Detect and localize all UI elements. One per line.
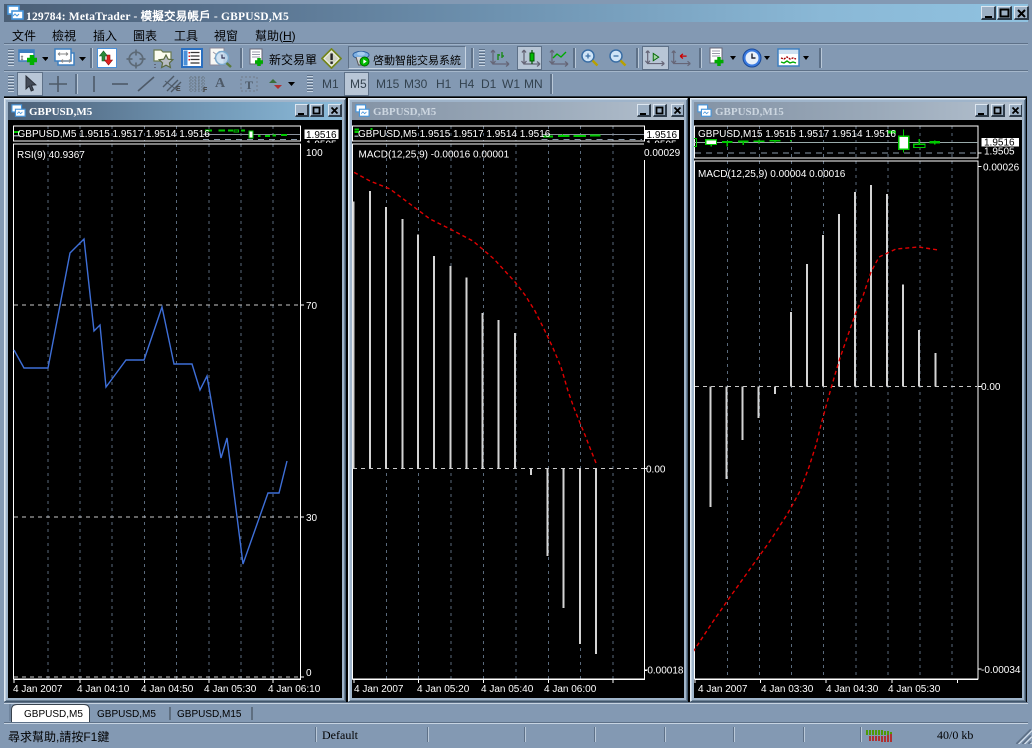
- svg-text:-0.00018: -0.00018: [644, 666, 684, 677]
- svg-text:1.9505: 1.9505: [984, 147, 1015, 158]
- svg-text:1.9516: 1.9516: [647, 130, 678, 141]
- svg-text:F: F: [203, 87, 208, 93]
- svg-text:4 Jan 04:50: 4 Jan 04:50: [141, 684, 194, 695]
- svg-text:MACD(12,25,9) 0.00004 0.00016: MACD(12,25,9) 0.00004 0.00016: [698, 169, 846, 180]
- svg-text:GBPUSD,M15 1.9515 1.9517 1.95: GBPUSD,M15 1.9515 1.9517 1.9514 1.9516: [698, 129, 896, 140]
- svg-text:4 Jan 05:40: 4 Jan 05:40: [481, 684, 534, 695]
- svg-text:0.00029: 0.00029: [644, 148, 681, 159]
- svg-text:0.00: 0.00: [981, 382, 1001, 393]
- svg-text:GBPUSD,M5 1.9515 1.9517 1.951: GBPUSD,M5 1.9515 1.9517 1.9514 1.9516: [358, 129, 551, 140]
- svg-text:4 Jan 04:30: 4 Jan 04:30: [826, 684, 879, 695]
- svg-text:1.9516: 1.9516: [306, 130, 337, 141]
- svg-text:T: T: [245, 78, 253, 92]
- svg-text:GBPUSD,M5: GBPUSD,M5: [24, 709, 83, 720]
- svg-text:4 Jan 03:30: 4 Jan 03:30: [761, 684, 814, 695]
- svg-text:100: 100: [306, 148, 323, 159]
- svg-text:30: 30: [306, 513, 318, 524]
- svg-text:GBPUSD,M5 1.9515 1.9517 1.951: GBPUSD,M5 1.9515 1.9517 1.9514 1.9516: [18, 129, 211, 140]
- svg-text:4 Jan 2007: 4 Jan 2007: [354, 684, 404, 695]
- svg-text:4 Jan 05:30: 4 Jan 05:30: [204, 684, 257, 695]
- svg-text:4 Jan 2007: 4 Jan 2007: [13, 684, 63, 695]
- svg-text:GBPUSD,M5: GBPUSD,M5: [97, 709, 156, 720]
- svg-text:4 Jan 05:20: 4 Jan 05:20: [417, 684, 470, 695]
- svg-text:4 Jan 2007: 4 Jan 2007: [698, 684, 748, 695]
- svg-text:4 Jan 06:00: 4 Jan 06:00: [544, 684, 597, 695]
- svg-text:-0.00034: -0.00034: [981, 665, 1021, 676]
- svg-text:0: 0: [306, 668, 312, 679]
- svg-text:E: E: [176, 86, 181, 93]
- svg-text:4 Jan 05:30: 4 Jan 05:30: [888, 684, 941, 695]
- svg-text:RSI(9) 40.9367: RSI(9) 40.9367: [17, 150, 85, 161]
- svg-text:4 Jan 04:10: 4 Jan 04:10: [77, 684, 130, 695]
- svg-text:MACD(12,25,9) -0.00016 0.00001: MACD(12,25,9) -0.00016 0.00001: [359, 149, 510, 160]
- svg-text:GBPUSD,M15: GBPUSD,M15: [177, 709, 242, 720]
- svg-text:70: 70: [306, 301, 318, 312]
- svg-text:0.00: 0.00: [646, 465, 666, 476]
- svg-text:4 Jan 06:10: 4 Jan 06:10: [268, 684, 321, 695]
- svg-text:0.00026: 0.00026: [983, 163, 1020, 174]
